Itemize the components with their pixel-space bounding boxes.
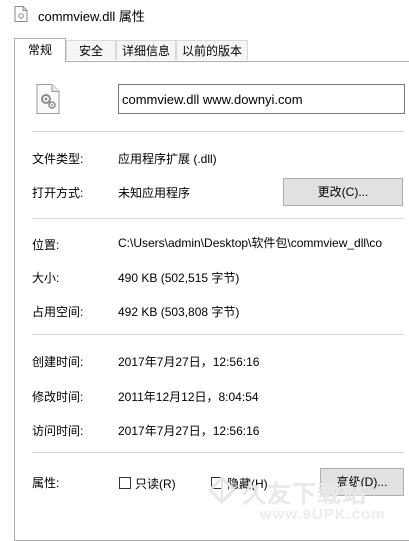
watermark-url: www.9UPK.com [260, 506, 386, 523]
divider [32, 334, 404, 335]
size-on-disk-value: 492 KB (503,808 字节) [118, 305, 240, 319]
divider [32, 131, 404, 132]
file-type-label: 文件类型: [32, 152, 84, 166]
divider [32, 218, 404, 219]
title-bar: commview.dll 属性 [0, 0, 409, 30]
accessed-label: 访问时间: [32, 424, 84, 438]
tab-security[interactable]: 安全 [66, 40, 116, 60]
readonly-label[interactable]: 只读(R) [135, 475, 176, 492]
location-value: C:\Users\admin\Desktop\软件包\commview_dll\… [118, 236, 383, 250]
divider [32, 452, 404, 453]
tab-general[interactable]: 常规 [14, 38, 66, 62]
opens-with-label: 打开方式: [32, 186, 84, 200]
tab-previous-versions[interactable]: 以前的版本 [176, 40, 248, 60]
window-title: commview.dll 属性 [38, 9, 145, 24]
readonly-checkbox[interactable] [119, 477, 131, 489]
size-value: 490 KB (502,515 字节) [118, 271, 240, 285]
watermark-logo-icon [207, 475, 237, 505]
created-label: 创建时间: [32, 355, 84, 369]
watermark: 久友下载站 www.9UPK.com [206, 470, 406, 530]
attributes-label: 属性: [32, 476, 60, 490]
file-name-field[interactable] [118, 84, 405, 114]
modified-value: 2011年12月12日，8:04:54 [118, 390, 259, 404]
size-label: 大小: [32, 271, 60, 285]
location-label: 位置: [32, 238, 60, 252]
dll-gear-file-icon [36, 84, 60, 114]
modified-label: 修改时间: [32, 390, 84, 404]
change-button[interactable]: 更改(C)... [283, 178, 403, 206]
tab-details[interactable]: 详细信息 [116, 40, 176, 60]
watermark-text: 久友下载站 [242, 480, 367, 508]
opens-with-value: 未知应用程序 [118, 186, 191, 200]
file-type-value: 应用程序扩展 (.dll) [118, 152, 217, 166]
document-icon [14, 6, 28, 22]
size-on-disk-label: 占用空间: [32, 305, 84, 319]
accessed-value: 2017年7月27日，12:56:16 [118, 424, 260, 438]
created-value: 2017年7月27日，12:56:16 [118, 355, 260, 369]
